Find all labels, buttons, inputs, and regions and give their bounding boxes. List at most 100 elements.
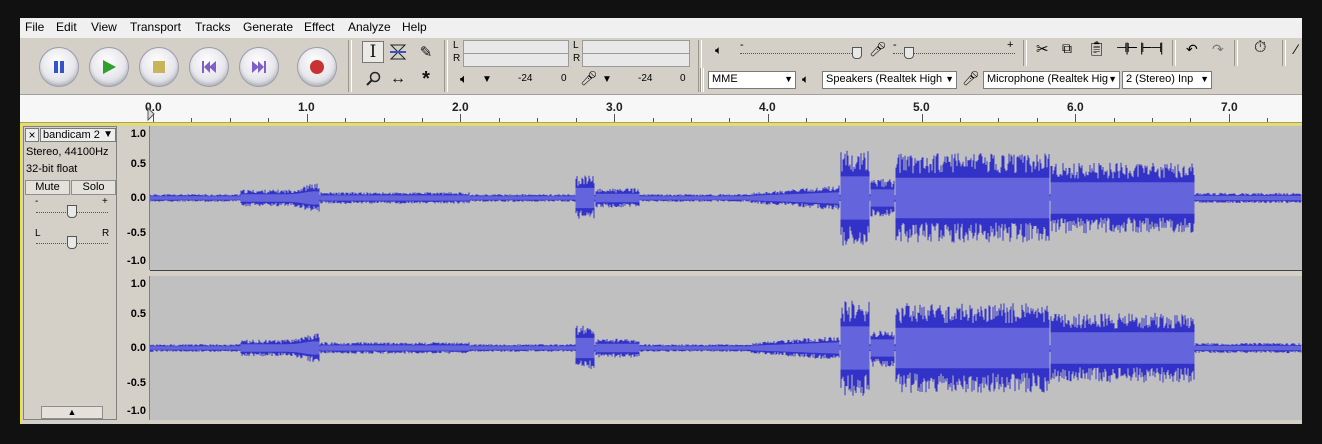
menu-help[interactable]: Help xyxy=(402,20,427,34)
play-button[interactable] xyxy=(89,47,129,87)
waveform-svg xyxy=(149,150,1302,246)
pan-right-label: R xyxy=(102,228,110,239)
waveform-rms xyxy=(149,326,1302,370)
sync-lock-button[interactable]: ⏱︎ xyxy=(1254,39,1266,57)
time-shift-tool[interactable]: ↔ xyxy=(387,68,409,90)
ruler-tick xyxy=(844,118,846,122)
gain-slider-thumb[interactable] xyxy=(67,205,77,218)
menu-generate[interactable]: Generate xyxy=(243,20,293,34)
ruler-label: 2.0 xyxy=(452,100,469,114)
asterisk-icon: * xyxy=(422,67,430,90)
ruler-tick xyxy=(1190,118,1192,122)
timeline-ruler[interactable]: 0.0 1.0 2.0 3.0 4.0 5.0 6.0 7.0 xyxy=(20,95,1302,123)
vruler-label: -0.5 xyxy=(127,377,146,389)
menu-effect[interactable]: Effect xyxy=(304,20,334,34)
chevron-down-icon: ▼ xyxy=(1108,74,1117,84)
chevron-down-icon: ▼ xyxy=(1200,74,1209,84)
pan-slider-thumb[interactable] xyxy=(67,236,77,249)
silence-button[interactable]: |⊢⊣| xyxy=(1140,40,1163,56)
selection-tool[interactable]: I xyxy=(362,41,384,63)
ruler-tick xyxy=(306,114,308,122)
pause-icon xyxy=(54,61,64,73)
menu-file[interactable]: File xyxy=(25,20,44,34)
pause-button[interactable] xyxy=(39,47,79,87)
skip-to-end-button[interactable] xyxy=(239,47,279,87)
redo-button[interactable]: ↷ xyxy=(1212,41,1224,58)
solo-label: Solo xyxy=(82,181,105,193)
play-icon xyxy=(103,60,116,74)
envelope-tool[interactable] xyxy=(387,41,409,63)
rec-meter-dropdown[interactable]: ▼ xyxy=(602,74,612,85)
input-device-mic-icon: 🎤︎ xyxy=(962,70,980,86)
rec-scale-0: 0 xyxy=(680,73,686,84)
skip-to-start-button[interactable] xyxy=(189,47,229,87)
menu-edit[interactable]: Edit xyxy=(56,20,77,34)
ruler-tick xyxy=(460,114,462,122)
ruler-label: 1.0 xyxy=(298,100,315,114)
gain-minus-label: - xyxy=(35,196,39,207)
copy-icon: ⧉ xyxy=(1062,40,1072,56)
ruler-tick xyxy=(1036,118,1038,122)
zoom-tool[interactable] xyxy=(362,68,384,90)
menu-transport[interactable]: Transport xyxy=(130,20,181,34)
output-volume-thumb[interactable] xyxy=(852,47,862,59)
envelope-icon xyxy=(389,44,407,60)
clipboard-icon: 📋︎ xyxy=(1088,40,1106,56)
draw-tool[interactable]: ✎ xyxy=(415,41,437,63)
copy-button[interactable]: ⧉ xyxy=(1062,40,1072,57)
audio-host-select[interactable]: MME ▼ xyxy=(708,71,796,89)
paste-button[interactable]: 📋︎ xyxy=(1088,40,1106,57)
play-meter-left-label: L xyxy=(453,40,459,51)
right-channel-waveform[interactable] xyxy=(149,276,1302,420)
cut-button[interactable]: ✂ xyxy=(1036,40,1049,58)
menu-tracks[interactable]: Tracks xyxy=(195,20,231,34)
input-channels-select[interactable]: 2 (Stereo) Inp ▼ xyxy=(1122,71,1212,89)
vruler-label: 1.0 xyxy=(130,278,146,290)
left-channel-waveform[interactable] xyxy=(149,126,1302,271)
track-format: Stereo, 44100Hz xyxy=(26,146,109,158)
record-icon xyxy=(310,60,324,74)
record-button[interactable] xyxy=(297,47,337,87)
menu-analyze[interactable]: Analyze xyxy=(348,20,391,34)
skip-end-icon xyxy=(252,61,266,73)
ruler-label: 5.0 xyxy=(913,100,930,114)
undo-icon: ↶ xyxy=(1186,41,1198,57)
play-meter-dropdown[interactable]: ▼ xyxy=(482,74,492,85)
track-name-menu[interactable]: bandicam 2 ▼ xyxy=(40,128,116,142)
rec-meter-left[interactable] xyxy=(582,40,690,54)
track-close-button[interactable]: × xyxy=(25,128,39,142)
input-device-select[interactable]: Microphone (Realtek Hig ▼ xyxy=(983,71,1120,89)
collapse-track-button[interactable]: ▲ xyxy=(41,406,103,419)
zoom-button[interactable]: ⁄ xyxy=(1295,41,1297,57)
ruler-label: 6.0 xyxy=(1067,100,1084,114)
rec-meter-right[interactable] xyxy=(582,53,690,67)
track-name: bandicam 2 xyxy=(43,129,100,141)
output-device-select[interactable]: Speakers (Realtek High ▼ xyxy=(822,71,957,89)
multi-tool[interactable]: * xyxy=(415,68,437,90)
rec-scale-24: -24 xyxy=(638,73,653,84)
mute-button[interactable]: Mute xyxy=(25,180,70,195)
undo-button[interactable]: ↶ xyxy=(1186,41,1198,58)
zoom-in-icon: ⁄ xyxy=(1295,41,1298,57)
solo-button[interactable]: Solo xyxy=(71,180,116,195)
speaker-icon: 🔈︎ xyxy=(460,71,468,86)
ruler-tick xyxy=(921,114,923,122)
microphone-icon: 🎤︎ xyxy=(580,70,598,86)
trim-button[interactable]: ⊣|⊢ xyxy=(1116,40,1138,56)
ruler-tick xyxy=(998,118,1000,122)
play-meter-left[interactable] xyxy=(463,40,569,54)
input-volume-thumb[interactable] xyxy=(904,47,914,59)
input-mic-icon: 🎤︎ xyxy=(869,41,887,57)
ruler-tick xyxy=(383,118,385,122)
menu-view[interactable]: View xyxy=(91,20,117,34)
output-volume-slider[interactable] xyxy=(740,53,860,54)
stop-button[interactable] xyxy=(139,47,179,87)
play-meter-right[interactable] xyxy=(463,53,569,67)
input-device-value: Microphone (Realtek Hig xyxy=(987,73,1109,85)
ruler-tick xyxy=(1113,118,1115,122)
skip-start-icon xyxy=(202,61,216,73)
ruler-tick xyxy=(229,118,231,122)
audacity-window: File Edit View Transport Tracks Generate… xyxy=(20,18,1302,424)
ruler-tick xyxy=(614,114,616,122)
ruler-tick xyxy=(729,118,731,122)
